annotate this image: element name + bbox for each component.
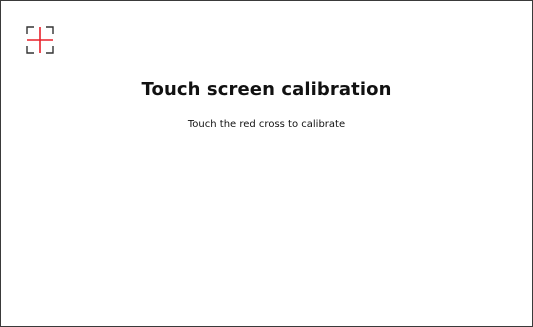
calibration-screen[interactable]: Touch screen calibration Touch the red c… bbox=[0, 0, 533, 327]
calibration-target[interactable] bbox=[25, 25, 55, 55]
bracket-top-left bbox=[26, 26, 34, 34]
bracket-bottom-right bbox=[46, 46, 54, 54]
bracket-bottom-left bbox=[26, 46, 34, 54]
bracket-top-right bbox=[46, 26, 54, 34]
page-title: Touch screen calibration bbox=[141, 79, 392, 100]
calibration-instruction: Touch the red cross to calibrate bbox=[187, 119, 346, 130]
crosshair-target-icon bbox=[26, 26, 54, 54]
